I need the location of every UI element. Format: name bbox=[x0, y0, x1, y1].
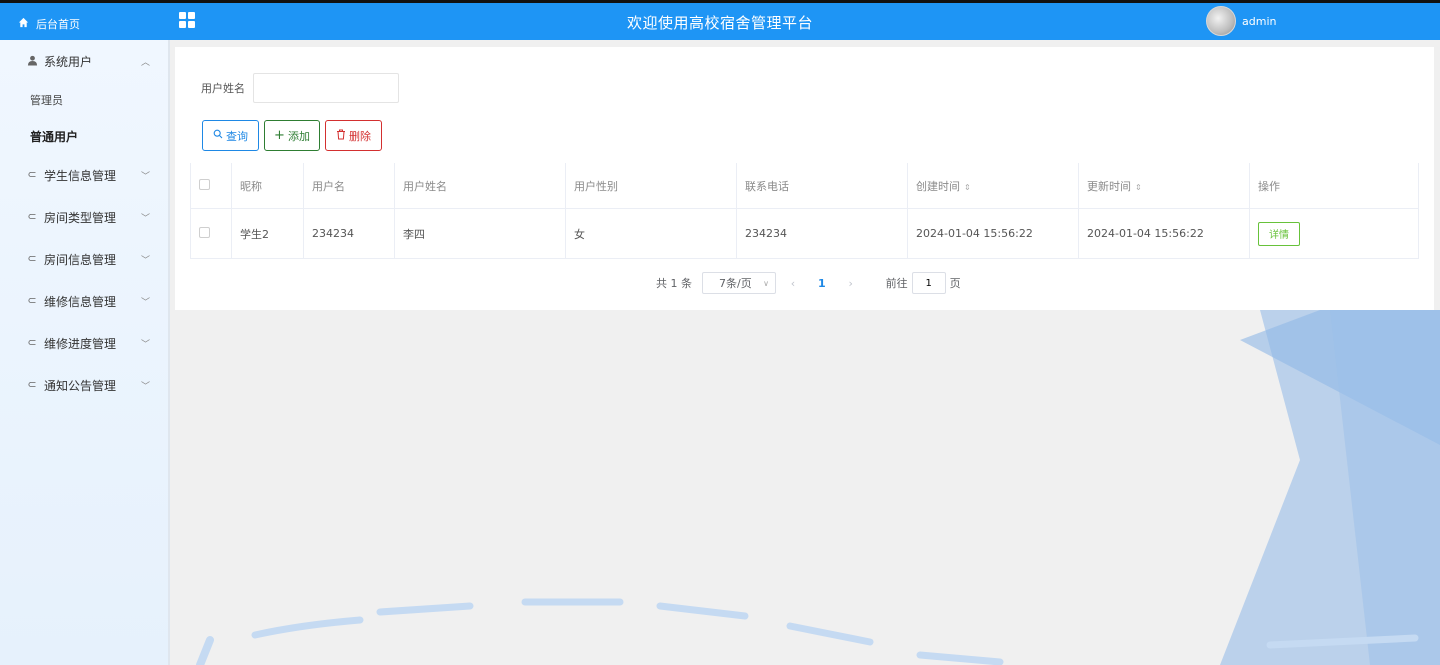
cell-nickname: 学生2 bbox=[231, 208, 304, 259]
pagination-total: 共 1 条 bbox=[656, 277, 692, 290]
cell-gender: 女 bbox=[565, 208, 737, 259]
sidebar-item-label: 学生信息管理 bbox=[44, 168, 117, 183]
chevron-down-icon: ﹀ bbox=[140, 172, 150, 182]
search-input[interactable] bbox=[253, 73, 399, 103]
sidebar-subitem-admin[interactable]: 管理员 bbox=[0, 82, 168, 118]
delete-button[interactable]: 删除 bbox=[325, 120, 382, 151]
cell-updated-time: 2024-01-04 15:56:22 bbox=[1078, 208, 1250, 259]
top-bar: 后台首页 欢迎使用高校宿舍管理平台 admin bbox=[0, 0, 1440, 40]
menu-icon: ⊂ bbox=[27, 378, 37, 391]
page-number-current[interactable]: 1 bbox=[818, 277, 826, 290]
row-select-cell bbox=[190, 208, 232, 259]
sidebar-item-label: 维修进度管理 bbox=[44, 336, 117, 351]
cell-username: 234234 bbox=[303, 208, 395, 259]
column-header: 操作 bbox=[1249, 163, 1419, 209]
sidebar-item-label: 系统用户 bbox=[44, 54, 93, 69]
trash-icon bbox=[336, 129, 346, 143]
chevron-down-icon: ﹀ bbox=[140, 340, 150, 350]
chevron-down-icon: ﹀ bbox=[140, 256, 150, 266]
table-header-row: 昵称 用户名 用户姓名 用户性别 联系电话 创建时间 ⇕ 更新时间 ⇕ 操作 bbox=[190, 163, 1419, 209]
cell-phone: 234234 bbox=[736, 208, 908, 259]
chevron-down-icon: ﹀ bbox=[140, 382, 150, 392]
main-panel: 用户姓名 查询 + 添加 删除 昵称 用户名 用户姓名 用户性别 联系电话 创建… bbox=[175, 47, 1434, 310]
detail-button[interactable]: 详情 bbox=[1258, 221, 1300, 246]
column-header-label: 创建时间 bbox=[916, 179, 960, 193]
plus-icon: + bbox=[274, 127, 285, 143]
cell-created-time: 2024-01-04 15:56:22 bbox=[907, 208, 1079, 259]
action-buttons: 查询 + 添加 删除 bbox=[202, 120, 382, 151]
chevron-down-icon: ∨ bbox=[763, 278, 769, 288]
sidebar-item-label: 维修信息管理 bbox=[44, 294, 117, 309]
column-header: 用户名 bbox=[303, 163, 395, 209]
username: admin bbox=[1242, 14, 1277, 28]
menu-icon: ⊂ bbox=[27, 252, 37, 265]
page-jump-input[interactable] bbox=[911, 272, 946, 294]
table-row: 学生2 234234 李四 女 234234 2024-01-04 15:56:… bbox=[190, 208, 1419, 259]
goto-label: 前往 bbox=[885, 277, 908, 290]
delete-button-label: 删除 bbox=[349, 129, 371, 143]
pagination: 共 1 条 7条/页 ∨ ‹ 1 › 前往 页 bbox=[656, 272, 961, 294]
select-all-checkbox[interactable] bbox=[199, 178, 210, 190]
chevron-up-icon: ︿ bbox=[140, 58, 150, 68]
sort-icon[interactable]: ⇕ bbox=[964, 183, 971, 192]
sidebar-item-system-users[interactable]: 系统用户 ︿ bbox=[0, 40, 168, 82]
add-button-label: 添加 bbox=[287, 129, 310, 143]
next-page-button[interactable]: › bbox=[840, 277, 862, 290]
cell-real-name: 李四 bbox=[394, 208, 566, 259]
users-table: 昵称 用户名 用户姓名 用户性别 联系电话 创建时间 ⇕ 更新时间 ⇕ 操作 学生2… bbox=[190, 163, 1419, 259]
sort-icon[interactable]: ⇕ bbox=[1135, 183, 1142, 192]
sidebar-item-repair-info[interactable]: ⊂ 维修信息管理 ﹀ bbox=[0, 280, 168, 322]
user-icon bbox=[26, 55, 38, 67]
prev-page-button[interactable]: ‹ bbox=[782, 277, 804, 290]
sidebar-item-student-info[interactable]: ⊂ 学生信息管理 ﹀ bbox=[0, 154, 168, 196]
query-button-label: 查询 bbox=[226, 129, 248, 143]
user-menu[interactable]: admin bbox=[1206, 6, 1276, 36]
sidebar-item-label: 通知公告管理 bbox=[44, 378, 117, 393]
search-icon bbox=[213, 129, 223, 142]
column-header-sortable[interactable]: 更新时间 ⇕ bbox=[1078, 163, 1250, 209]
sidebar-item-label: 房间类型管理 bbox=[44, 210, 117, 225]
query-button[interactable]: 查询 bbox=[202, 120, 259, 151]
menu-icon: ⊂ bbox=[27, 294, 37, 307]
menu-icon: ⊂ bbox=[27, 336, 37, 349]
sidebar-item-repair-progress[interactable]: ⊂ 维修进度管理 ﹀ bbox=[0, 322, 168, 364]
chevron-down-icon: ﹀ bbox=[140, 214, 150, 224]
column-header-label: 更新时间 bbox=[1087, 179, 1131, 193]
add-button[interactable]: + 添加 bbox=[264, 120, 320, 151]
sidebar-item-room-types[interactable]: ⊂ 房间类型管理 ﹀ bbox=[0, 196, 168, 238]
column-header: 用户姓名 bbox=[394, 163, 566, 209]
search-label: 用户姓名 bbox=[201, 82, 245, 95]
page-unit-label: 页 bbox=[949, 277, 961, 290]
sidebar: 系统用户 ︿ 管理员 普通用户 ⊂ 学生信息管理 ﹀ ⊂ 房间类型管理 ﹀ ⊂ … bbox=[0, 40, 170, 665]
sidebar-subitem-normal-users[interactable]: 普通用户 bbox=[0, 118, 168, 154]
page-size-select[interactable]: 7条/页 ∨ bbox=[702, 272, 776, 294]
column-header: 联系电话 bbox=[736, 163, 908, 209]
select-all-cell bbox=[190, 163, 232, 209]
chevron-down-icon: ﹀ bbox=[140, 298, 150, 308]
avatar bbox=[1206, 6, 1236, 36]
sidebar-item-label: 房间信息管理 bbox=[44, 252, 117, 267]
sidebar-item-notices[interactable]: ⊂ 通知公告管理 ﹀ bbox=[0, 364, 168, 406]
search-bar: 用户姓名 bbox=[201, 73, 399, 103]
sidebar-item-room-info[interactable]: ⊂ 房间信息管理 ﹀ bbox=[0, 238, 168, 280]
column-header: 用户性别 bbox=[565, 163, 737, 209]
menu-icon: ⊂ bbox=[27, 210, 37, 223]
column-header: 昵称 bbox=[231, 163, 304, 209]
page-size-value: 7条/页 bbox=[719, 277, 752, 290]
row-checkbox[interactable] bbox=[199, 226, 210, 238]
column-header-sortable[interactable]: 创建时间 ⇕ bbox=[907, 163, 1079, 209]
menu-icon: ⊂ bbox=[27, 168, 37, 181]
cell-actions: 详情 bbox=[1249, 208, 1419, 259]
